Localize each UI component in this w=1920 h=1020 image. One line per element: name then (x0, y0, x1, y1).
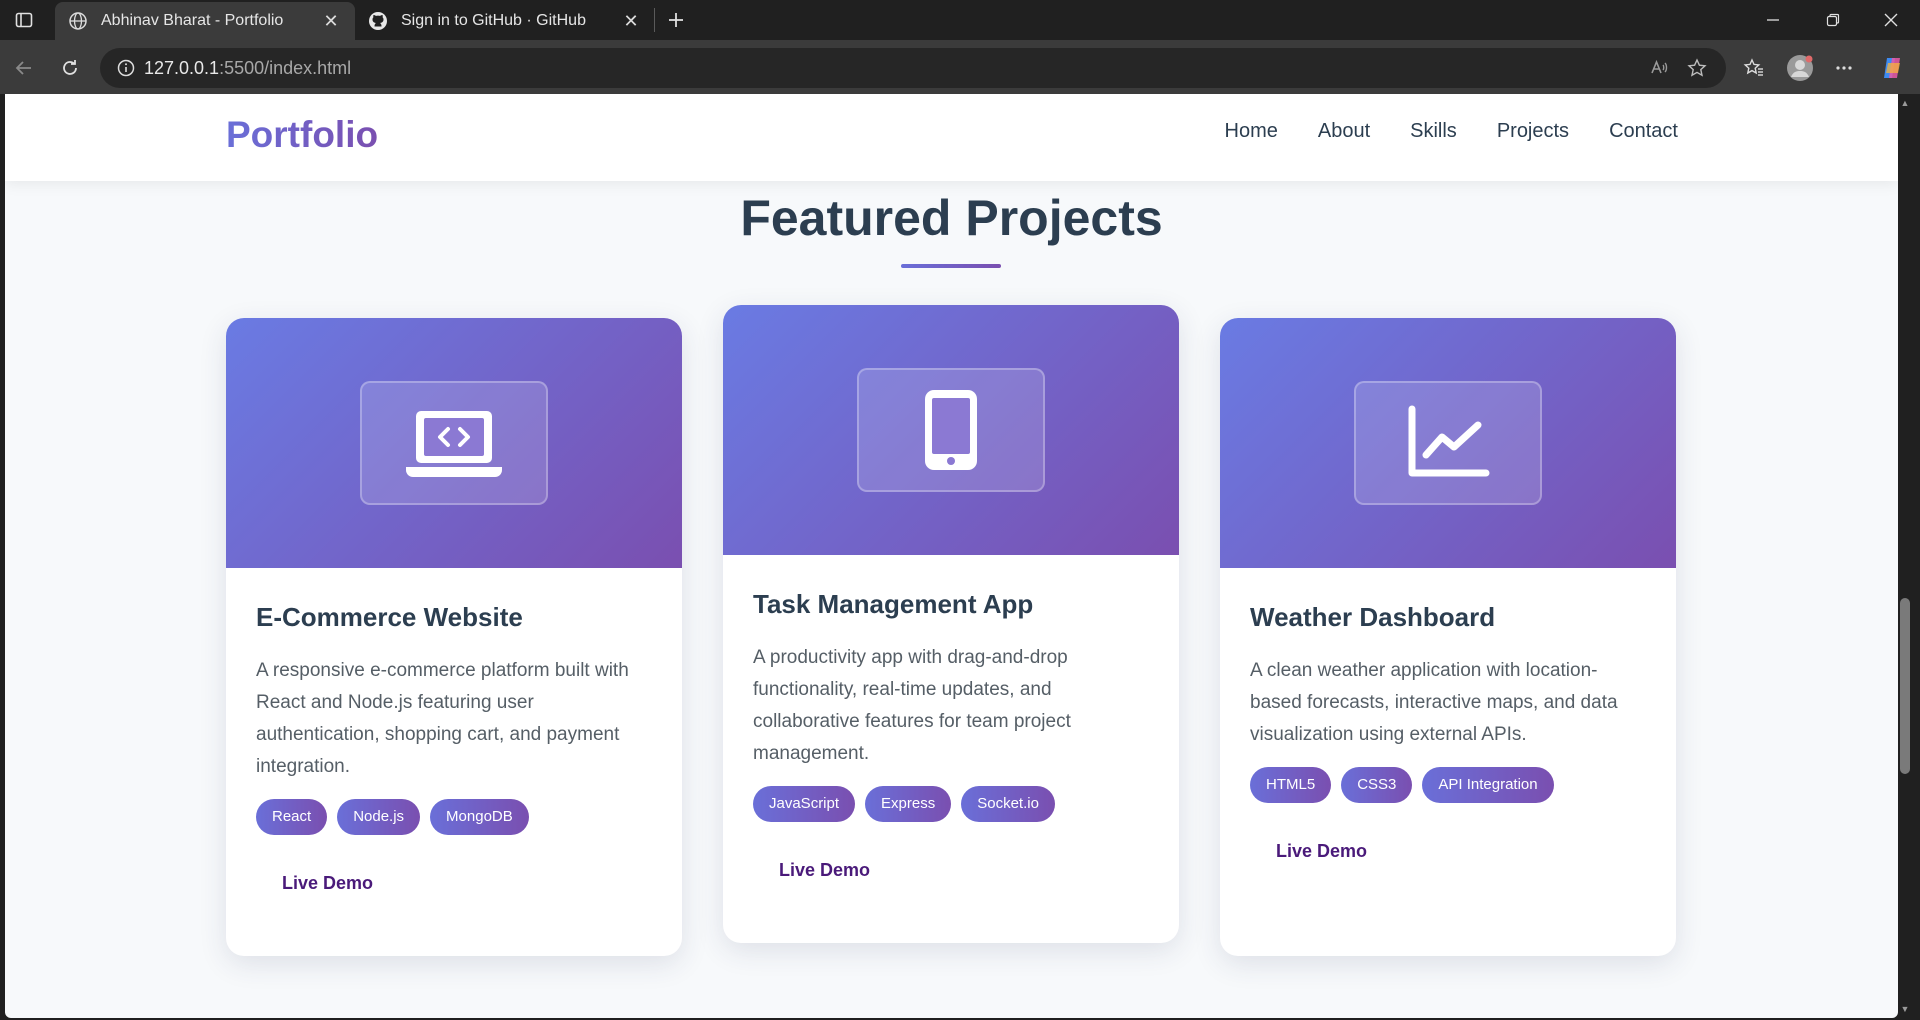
chart-line-icon (1408, 405, 1490, 477)
project-icon-box (360, 381, 548, 505)
close-icon[interactable]: ✕ (619, 9, 643, 33)
scroll-up-arrow[interactable]: ▲ (1900, 98, 1910, 110)
tab-divider (654, 8, 655, 32)
sidebar-icon (15, 12, 33, 28)
close-icon (1884, 13, 1898, 27)
close-window-button[interactable] (1862, 0, 1920, 40)
arrow-left-icon (15, 61, 31, 75)
project-icon-box (857, 368, 1045, 492)
site-logo[interactable]: Portfolio (226, 114, 378, 156)
tab-actions-button[interactable] (8, 6, 40, 34)
project-card-task-manager: Task Management App A productivity app w… (723, 305, 1179, 943)
more-button[interactable] (1826, 50, 1862, 86)
nav-link-about[interactable]: About (1318, 120, 1370, 143)
avatar-icon (1787, 55, 1813, 81)
project-title: Weather Dashboard (1250, 602, 1496, 632)
mobile-icon (925, 390, 977, 470)
url-path: :5500/index.html (219, 57, 352, 78)
title-underline (901, 264, 1001, 268)
laptop-code-icon (406, 411, 502, 477)
tab-strip: Abhinav Bharat - Portfolio ✕ Sign in to … (0, 0, 1920, 40)
section-title: Featured Projects (740, 190, 1163, 246)
minimize-button[interactable] (1744, 0, 1802, 40)
globe-icon (67, 10, 89, 32)
new-tab-button[interactable] (660, 4, 692, 36)
project-description: A responsive e-commerce platform built w… (256, 660, 629, 777)
project-description: A productivity app with drag-and-drop fu… (753, 647, 1071, 764)
tech-tags: React Node.js MongoDB (256, 799, 652, 835)
project-description: A clean weather application with locatio… (1250, 660, 1618, 745)
copilot-button[interactable] (1874, 50, 1910, 86)
scroll-down-arrow[interactable]: ▼ (1900, 1004, 1910, 1016)
copilot-icon (1884, 58, 1900, 78)
project-title: Task Management App (753, 589, 1034, 619)
project-card-banner (226, 318, 682, 568)
nav-link-home[interactable]: Home (1225, 120, 1278, 143)
tab-title: Abhinav Bharat - Portfolio (101, 12, 284, 29)
info-icon[interactable] (108, 59, 144, 77)
scrollbar-track[interactable] (1898, 94, 1920, 1020)
project-icon-box (1354, 381, 1542, 505)
plus-icon (669, 13, 683, 27)
minimize-icon (1767, 19, 1779, 21)
tech-tag: JavaScript (753, 786, 856, 822)
more-icon (1836, 66, 1852, 70)
favorites-icon (1743, 58, 1763, 76)
tech-tag: MongoDB (430, 799, 529, 835)
favorite-star-icon[interactable] (1678, 52, 1716, 84)
tech-tag: Node.js (337, 799, 421, 835)
project-title: E-Commerce Website (256, 602, 523, 632)
tech-tag: API Integration (1422, 767, 1554, 803)
nav-link-projects[interactable]: Projects (1497, 120, 1569, 143)
live-demo-link[interactable]: Live Demo (779, 860, 870, 881)
project-card-body: E-Commerce Website A responsive e-commer… (226, 568, 682, 924)
tech-tag: HTML5 (1250, 767, 1332, 803)
reload-button[interactable] (52, 50, 88, 86)
live-demo-link[interactable]: Live Demo (282, 873, 373, 894)
address-bar[interactable]: 127.0.0.1:5500/index.html (100, 48, 1726, 88)
project-card-banner (723, 305, 1179, 555)
tab-github[interactable]: Sign in to GitHub · GitHub ✕ (355, 2, 655, 40)
reload-icon (63, 60, 77, 75)
project-card-weather: Weather Dashboard A clean weather applic… (1220, 318, 1676, 956)
restore-button[interactable] (1804, 0, 1862, 40)
tech-tag: Socket.io (961, 786, 1055, 822)
favorites-button[interactable] (1736, 50, 1772, 86)
profile-button[interactable] (1782, 50, 1818, 86)
tech-tag: React (256, 799, 328, 835)
page-viewport: Portfolio Home About Skills Projects Con… (5, 94, 1898, 1018)
nav-links: Home About Skills Projects Contact (1225, 120, 1678, 143)
tech-tag: CSS3 (1341, 767, 1413, 803)
github-icon (367, 10, 389, 32)
tab-portfolio[interactable]: Abhinav Bharat - Portfolio ✕ (55, 2, 355, 40)
tech-tags: JavaScript Express Socket.io (753, 786, 1149, 822)
tab-title: Sign in to GitHub · GitHub (401, 12, 586, 29)
browser-toolbar: 127.0.0.1:5500/index.html (0, 40, 1920, 94)
project-card-body: Task Management App A productivity app w… (723, 555, 1179, 911)
live-demo-link[interactable]: Live Demo (1276, 841, 1367, 862)
tech-tags: HTML5 CSS3 API Integration (1250, 767, 1646, 803)
site-navbar: Portfolio Home About Skills Projects Con… (5, 94, 1898, 181)
read-aloud-icon[interactable] (1640, 52, 1678, 84)
back-button[interactable] (6, 50, 42, 86)
url-host: 127.0.0.1 (144, 57, 220, 78)
nav-link-skills[interactable]: Skills (1410, 120, 1457, 143)
project-card-body: Weather Dashboard A clean weather applic… (1220, 568, 1676, 892)
nav-link-contact[interactable]: Contact (1609, 120, 1678, 143)
project-card-banner (1220, 318, 1676, 568)
project-card-ecommerce: E-Commerce Website A responsive e-commer… (226, 318, 682, 956)
scrollbar-thumb[interactable] (1900, 598, 1910, 774)
restore-icon (1826, 13, 1840, 27)
close-icon[interactable]: ✕ (319, 9, 343, 33)
url-text: 127.0.0.1:5500/index.html (144, 58, 351, 79)
tech-tag: Express (865, 786, 952, 822)
